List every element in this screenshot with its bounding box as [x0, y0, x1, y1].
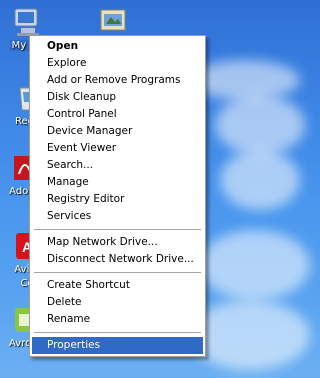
menu-item-add-remove-programs[interactable]: Add or Remove Programs: [32, 72, 203, 89]
menu-item-open[interactable]: Open: [32, 38, 203, 55]
menu-item-delete[interactable]: Delete: [32, 294, 203, 311]
menu-item-services[interactable]: Services: [32, 208, 203, 225]
cloud: [190, 300, 310, 370]
context-menu: Open Explore Add or Remove Programs Disk…: [29, 35, 206, 357]
menu-item-control-panel[interactable]: Control Panel: [32, 106, 203, 123]
desktop-icon-folder[interactable]: [90, 4, 136, 36]
menu-separator: [34, 332, 201, 333]
menu-separator: [34, 272, 201, 273]
my-computer-icon: [11, 6, 43, 38]
menu-item-device-manager[interactable]: Device Manager: [32, 123, 203, 140]
menu-item-rename[interactable]: Rename: [32, 311, 203, 328]
menu-item-map-network-drive[interactable]: Map Network Drive...: [32, 234, 203, 251]
folder-shortcut-icon: [97, 4, 129, 36]
menu-item-manage[interactable]: Manage: [32, 174, 203, 191]
menu-item-create-shortcut[interactable]: Create Shortcut: [32, 277, 203, 294]
menu-item-event-viewer[interactable]: Event Viewer: [32, 140, 203, 157]
menu-item-disconnect-network-drive[interactable]: Disconnect Network Drive...: [32, 251, 203, 268]
menu-separator: [34, 229, 201, 230]
cloud: [220, 150, 300, 210]
menu-item-registry-editor[interactable]: Registry Editor: [32, 191, 203, 208]
menu-item-search[interactable]: Search...: [32, 157, 203, 174]
menu-item-disk-cleanup[interactable]: Disk Cleanup: [32, 89, 203, 106]
cloud: [215, 95, 305, 155]
cloud: [200, 230, 310, 300]
menu-item-properties[interactable]: Properties: [32, 337, 203, 354]
menu-item-explore[interactable]: Explore: [32, 55, 203, 72]
cloud: [190, 60, 300, 100]
